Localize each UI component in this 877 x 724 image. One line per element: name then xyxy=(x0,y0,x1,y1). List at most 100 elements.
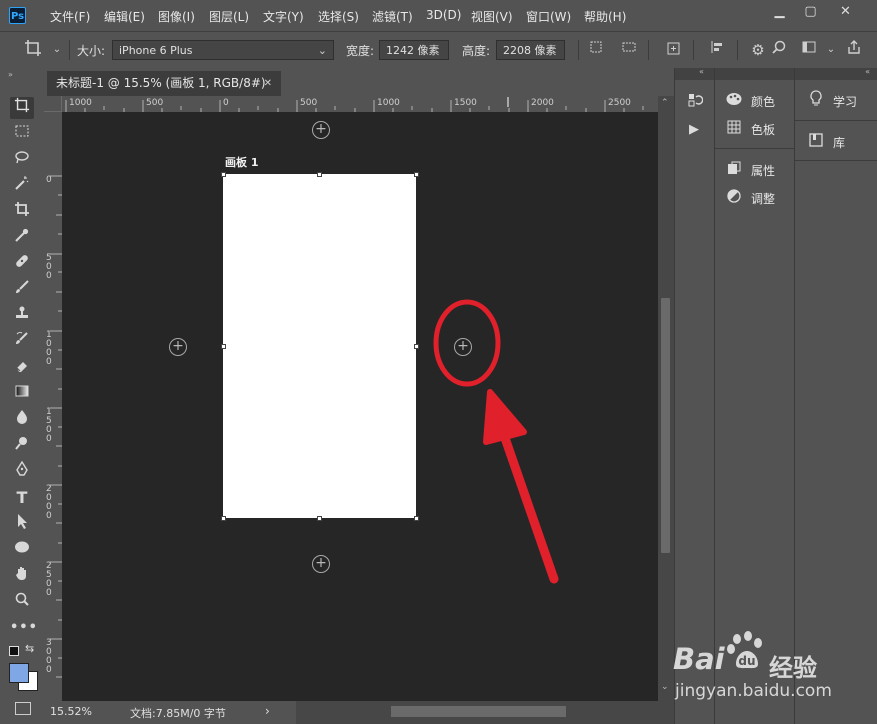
size-select[interactable]: iPhone 6 Plus ⌄ xyxy=(112,40,334,60)
healing-brush-tool-icon[interactable] xyxy=(10,253,34,275)
panel-separator xyxy=(715,148,795,149)
foreground-color-swatch[interactable] xyxy=(9,663,29,683)
scroll-down-icon[interactable]: ⌄ xyxy=(661,682,669,692)
panel-swatches[interactable]: 色板 xyxy=(725,117,775,143)
vertical-scroll-thumb[interactable] xyxy=(661,298,670,553)
menu-3d[interactable]: 3D(D) xyxy=(426,8,461,22)
scroll-up-icon[interactable]: ⌃ xyxy=(661,98,669,108)
menu-view[interactable]: 视图(V) xyxy=(471,8,513,25)
collapse-arrows-icon[interactable]: « xyxy=(865,67,870,76)
path-selection-tool-icon[interactable] xyxy=(10,513,34,535)
panel-properties-label: 属性 xyxy=(751,164,776,178)
height-field[interactable]: 2208 像素 xyxy=(496,40,565,60)
ruler-label: 500 xyxy=(300,98,318,108)
minimize-button[interactable]: ▁ xyxy=(764,1,795,23)
hand-tool-icon[interactable] xyxy=(10,565,34,587)
quick-mask-icon[interactable] xyxy=(15,702,31,715)
document-tab-bar: 未标题-1 @ 15.5% (画板 1, RGB/8#) ✕ xyxy=(44,68,674,96)
eyedropper-tool-icon[interactable] xyxy=(10,227,34,249)
lasso-tool-icon[interactable] xyxy=(10,149,34,171)
history-icon[interactable] xyxy=(687,92,704,111)
collapse-arrows-icon[interactable]: » xyxy=(8,70,13,79)
close-window-button[interactable]: ✕ xyxy=(830,1,861,23)
ruler-origin[interactable] xyxy=(44,96,62,112)
make-landscape-icon[interactable] xyxy=(618,39,640,61)
panel-libraries[interactable]: 库 xyxy=(807,130,845,156)
brush-tool-icon[interactable] xyxy=(10,279,34,301)
menu-edit[interactable]: 编辑(E) xyxy=(104,8,145,25)
type-tool-icon[interactable]: T xyxy=(10,487,34,509)
workspace-chevron-icon[interactable]: ⌄ xyxy=(820,39,842,61)
document-canvas[interactable]: 画板 1 + + + + xyxy=(62,112,658,701)
panel-adjustments[interactable]: 调整 xyxy=(725,186,775,212)
menu-filter[interactable]: 滤镜(T) xyxy=(372,8,413,25)
make-portrait-icon[interactable] xyxy=(585,39,607,61)
menu-help[interactable]: 帮助(H) xyxy=(584,8,626,25)
panel-learn-label: 学习 xyxy=(833,95,858,109)
ruler-label: 0 xyxy=(223,98,229,108)
document-tab[interactable]: 未标题-1 @ 15.5% (画板 1, RGB/8#) ✕ xyxy=(47,71,281,96)
ruler-label: 1 0 0 0 xyxy=(46,330,52,367)
photoshop-logo: Ps xyxy=(9,7,26,24)
zoom-tool-icon[interactable] xyxy=(10,591,34,613)
watermark-brand: Bai xyxy=(673,642,725,676)
swap-colors-icon[interactable]: ⇆ xyxy=(25,642,34,655)
add-artboard-icon[interactable] xyxy=(663,39,685,61)
ruler-label: 2 0 0 0 xyxy=(46,484,52,521)
panel-color[interactable]: 颜色 xyxy=(725,89,775,115)
horizontal-scrollbar[interactable] xyxy=(296,701,674,724)
blur-tool-icon[interactable] xyxy=(10,409,34,431)
search-icon[interactable] xyxy=(768,39,790,61)
menu-type[interactable]: 文字(Y) xyxy=(263,8,304,25)
properties-icon xyxy=(725,158,743,184)
magic-wand-tool-icon[interactable] xyxy=(10,175,34,197)
library-icon xyxy=(807,130,825,156)
marquee-tool-icon[interactable] xyxy=(10,123,34,145)
menu-image[interactable]: 图像(I) xyxy=(158,8,195,25)
grid-icon xyxy=(725,117,743,143)
collapse-arrows-icon[interactable]: « xyxy=(699,67,704,76)
more-tools-icon[interactable]: ••• xyxy=(10,617,37,639)
eraser-tool-icon[interactable] xyxy=(10,357,34,379)
horizontal-scroll-thumb[interactable] xyxy=(391,706,566,717)
gradient-tool-icon[interactable] xyxy=(10,383,34,405)
width-field[interactable]: 1242 像素 xyxy=(379,40,449,60)
panel-learn[interactable]: 学习 xyxy=(807,89,857,115)
zoom-level[interactable]: 15.52% xyxy=(50,705,92,718)
menu-layer[interactable]: 图层(L) xyxy=(209,8,249,25)
align-icon[interactable] xyxy=(706,39,728,61)
chevron-down-icon: ⌄ xyxy=(317,44,327,57)
ruler-label: 3 0 0 0 xyxy=(46,638,52,675)
tool-preset-chevron-icon[interactable]: ⌄ xyxy=(46,39,68,61)
actions-play-icon[interactable]: ▶ xyxy=(689,122,699,137)
ruler-label: 1000 xyxy=(377,98,400,108)
panel-adjustments-label: 调整 xyxy=(751,192,776,206)
artboard-tool-icon[interactable] xyxy=(10,97,34,119)
status-menu-arrow-icon[interactable]: › xyxy=(265,704,270,718)
menu-window[interactable]: 窗口(W) xyxy=(526,8,571,25)
clone-stamp-tool-icon[interactable] xyxy=(10,305,34,327)
workspace-icon[interactable] xyxy=(798,39,820,61)
default-colors-icon[interactable] xyxy=(9,646,19,656)
menu-select[interactable]: 选择(S) xyxy=(318,8,359,25)
menu-file[interactable]: 文件(F) xyxy=(50,8,90,25)
ruler-label: 0 xyxy=(46,175,52,185)
artboard-tool-icon[interactable] xyxy=(22,39,44,61)
gear-icon[interactable]: ⚙ xyxy=(747,39,769,61)
pen-tool-icon[interactable] xyxy=(10,460,34,483)
panel-column-2: « 学习 库 xyxy=(794,67,877,724)
red-annotation xyxy=(433,299,559,584)
width-label: 宽度: xyxy=(346,44,375,58)
adjust-icon xyxy=(725,186,743,212)
share-icon[interactable] xyxy=(843,39,865,61)
history-brush-tool-icon[interactable] xyxy=(10,331,34,353)
vertical-scrollbar[interactable]: ⌃ ⌄ xyxy=(658,96,674,701)
panel-properties[interactable]: 属性 xyxy=(725,158,775,184)
dodge-tool-icon[interactable] xyxy=(10,435,34,457)
close-tab-icon[interactable]: ✕ xyxy=(264,71,272,96)
ellipse-tool-icon[interactable] xyxy=(10,539,34,561)
menu-bar: Ps 文件(F) 编辑(E) 图像(I) 图层(L) 文字(Y) 选择(S) 滤… xyxy=(0,0,877,30)
svg-text:du: du xyxy=(738,654,755,668)
crop-tool-icon[interactable] xyxy=(10,201,34,223)
maximize-button[interactable]: ▢ xyxy=(795,1,826,23)
